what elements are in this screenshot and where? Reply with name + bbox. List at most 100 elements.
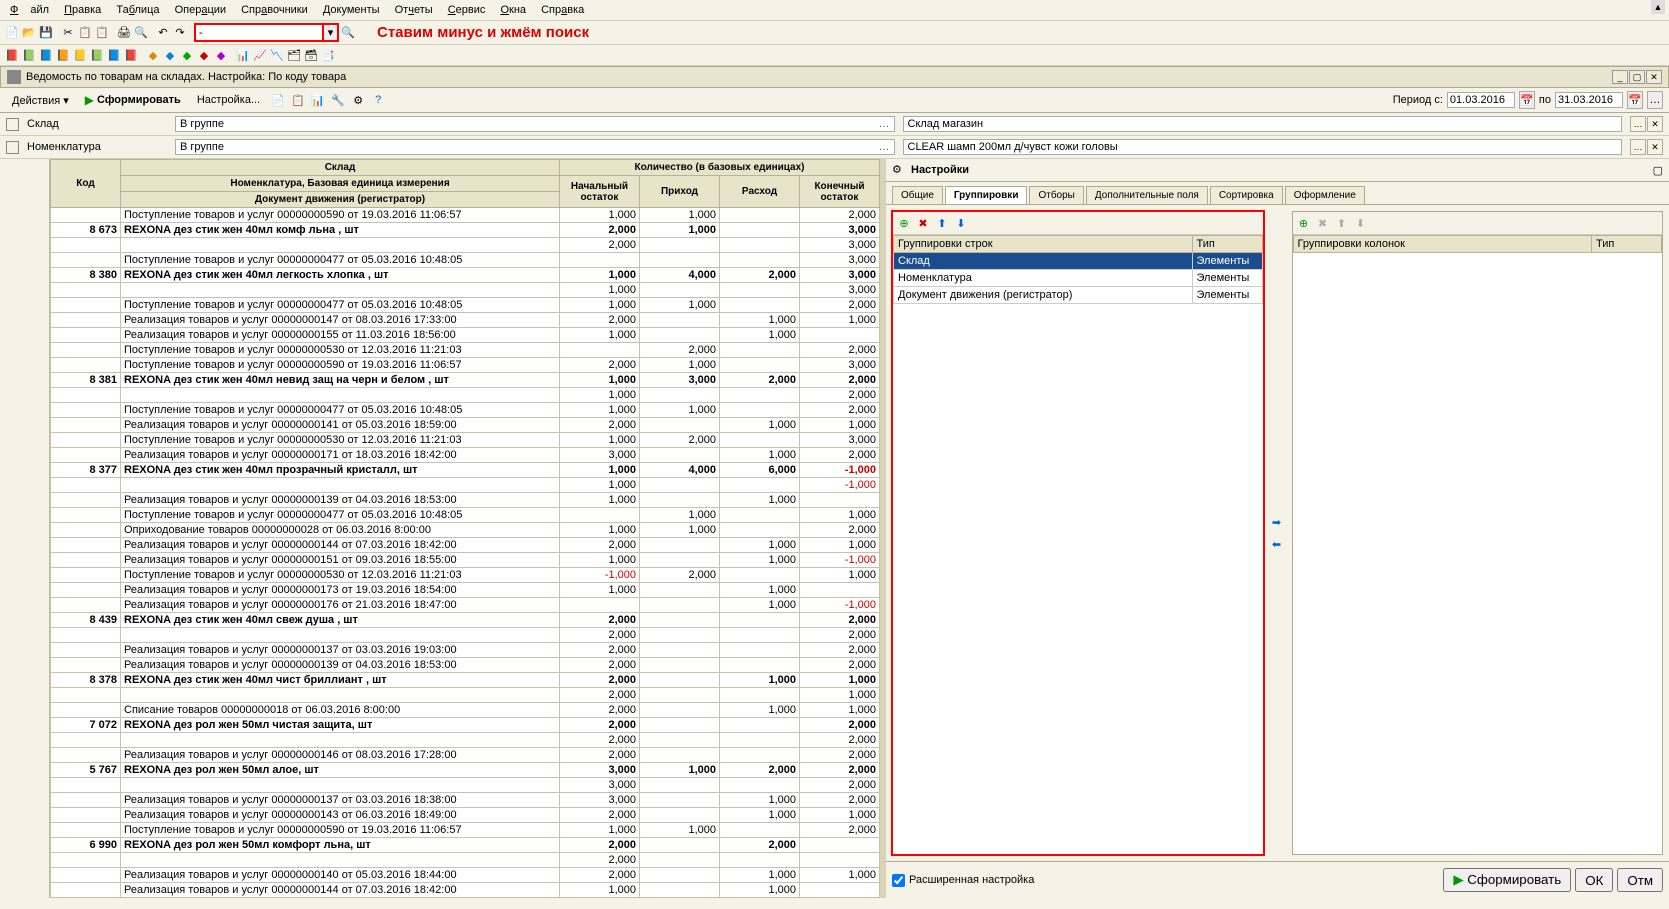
menu-reports[interactable]: Отчеты	[389, 2, 439, 18]
add-icon[interactable]: ⊕	[896, 215, 912, 231]
table-row[interactable]: Реализация товаров и услуг 00000000139 о…	[51, 658, 880, 673]
tool-icon[interactable]: 📉	[269, 47, 285, 63]
move-up-icon[interactable]: ⬆	[934, 215, 950, 231]
table-row[interactable]: Реализация товаров и услуг 00000000143 о…	[51, 808, 880, 823]
grouping-row[interactable]: СкладЭлементы	[894, 253, 1263, 270]
tool-icon[interactable]: ◆	[179, 47, 195, 63]
table-row[interactable]: Реализация товаров и услуг 00000000147 о…	[51, 313, 880, 328]
generate-button[interactable]: ▶Сформировать	[79, 91, 187, 109]
table-row[interactable]: 2,0002,000	[51, 733, 880, 748]
store-checkbox[interactable]	[6, 118, 19, 131]
maximize-icon[interactable]: ▢	[1629, 70, 1645, 84]
tool-icon[interactable]: 📄	[270, 92, 286, 108]
menu-file[interactable]: Файл	[4, 2, 55, 18]
report-grid[interactable]: ▲ Код Склад Количество (в базовых единиц…	[50, 159, 880, 898]
table-row[interactable]: Реализация товаров и услуг 00000000141 о…	[51, 418, 880, 433]
delete-icon[interactable]: ✖	[1315, 215, 1331, 231]
table-row[interactable]: 8 381REXONA дез стик жен 40мл невид защ …	[51, 373, 880, 388]
table-row[interactable]: Реализация товаров и услуг 00000000146 о…	[51, 748, 880, 763]
tool-icon[interactable]: 📈	[252, 47, 268, 63]
col-doc[interactable]: Документ движения (регистратор)	[121, 192, 560, 208]
ellipsis-icon[interactable]: …	[1630, 116, 1646, 132]
copy-icon[interactable]: 📋	[77, 25, 93, 41]
table-row[interactable]: 6 990REXONA дез рол жен 50мл комфорт льн…	[51, 838, 880, 853]
menu-help[interactable]: Справка	[535, 2, 590, 18]
clear-icon[interactable]: ✕	[1647, 116, 1663, 132]
search-dropdown-icon[interactable]: ▾	[324, 23, 339, 42]
table-row[interactable]: Поступление товаров и услуг 00000000530 …	[51, 568, 880, 583]
undo-icon[interactable]: ↶	[155, 25, 171, 41]
table-row[interactable]: Реализация товаров и услуг 00000000137 о…	[51, 793, 880, 808]
tool-icon[interactable]: 📗	[89, 47, 105, 63]
period-more-icon[interactable]: …	[1647, 91, 1663, 109]
ellipsis-icon[interactable]: …	[1630, 139, 1646, 155]
redo-icon[interactable]: ↷	[172, 25, 188, 41]
grouping-row[interactable]: Документ движения (регистратор)Элементы	[894, 287, 1263, 304]
table-row[interactable]: Списание товаров 00000000018 от 06.03.20…	[51, 703, 880, 718]
tab-2[interactable]: Отборы	[1029, 186, 1083, 204]
move-down-icon[interactable]: ⬇	[1353, 215, 1369, 231]
store-combo[interactable]: В группе…	[175, 116, 895, 132]
move-down-icon[interactable]: ⬇	[953, 215, 969, 231]
col-nomen[interactable]: Номенклатура, Базовая единица измерения	[121, 176, 560, 192]
tree-gutter[interactable]	[0, 159, 50, 898]
table-row[interactable]: Реализация товаров и услуг 00000000139 о…	[51, 493, 880, 508]
search-run-icon[interactable]: 🔍	[340, 25, 356, 41]
ok-button[interactable]: ОК	[1575, 868, 1613, 892]
table-row[interactable]: 8 377REXONA дез стик жен 40мл прозрачный…	[51, 463, 880, 478]
tool-icon[interactable]: 📘	[38, 47, 54, 63]
table-row[interactable]: 8 439REXONA дез стик жен 40мл свеж душа …	[51, 613, 880, 628]
table-row[interactable]: Реализация товаров и услуг 00000000171 о…	[51, 448, 880, 463]
tool-icon[interactable]: 📑	[320, 47, 336, 63]
paste-icon[interactable]: 📋	[94, 25, 110, 41]
add-icon[interactable]: ⊕	[1296, 215, 1312, 231]
tool-icon[interactable]: 📊	[310, 92, 326, 108]
table-row[interactable]: Реализация товаров и услуг 00000000173 о…	[51, 583, 880, 598]
table-row[interactable]: Реализация товаров и услуг 00000000137 о…	[51, 643, 880, 658]
table-row[interactable]: 1,0003,000	[51, 283, 880, 298]
delete-icon[interactable]: ✖	[915, 215, 931, 231]
col-in[interactable]: Приход	[640, 176, 720, 208]
search-input[interactable]	[194, 23, 324, 42]
tab-0[interactable]: Общие	[892, 186, 943, 204]
open-icon[interactable]: 📂	[21, 25, 37, 41]
tool-icon[interactable]: 🔧	[330, 92, 346, 108]
grouping-row[interactable]: НоменклатураЭлементы	[894, 270, 1263, 287]
calendar-icon[interactable]: 📅	[1519, 91, 1535, 109]
type-header[interactable]: Тип	[1192, 236, 1262, 253]
type-header[interactable]: Тип	[1592, 236, 1662, 253]
extended-settings-checkbox[interactable]: Расширенная настройка	[892, 874, 1034, 887]
print-icon[interactable]: 🖨	[116, 25, 132, 41]
menu-service[interactable]: Сервис	[442, 2, 492, 18]
tab-5[interactable]: Оформление	[1285, 186, 1365, 204]
table-row[interactable]: Поступление товаров и услуг 00000000590 …	[51, 823, 880, 838]
close-icon[interactable]: ✕	[1646, 70, 1662, 84]
table-row[interactable]: Поступление товаров и услуг 00000000530 …	[51, 343, 880, 358]
tool-icon[interactable]: 📒	[72, 47, 88, 63]
help-icon[interactable]: ?	[370, 92, 386, 108]
tool-icon[interactable]: 📗	[21, 47, 37, 63]
table-row[interactable]: Поступление товаров и услуг 00000000590 …	[51, 358, 880, 373]
save-icon[interactable]: 💾	[38, 25, 54, 41]
table-row[interactable]: Реализация товаров и услуг 00000000176 о…	[51, 598, 880, 613]
table-row[interactable]: Оприходование товаров 00000000028 от 06.…	[51, 523, 880, 538]
move-up-icon[interactable]: ⬆	[1334, 215, 1350, 231]
col-start[interactable]: Начальный остаток	[560, 176, 640, 208]
col-out[interactable]: Расход	[720, 176, 800, 208]
move-right-icon[interactable]: ➡	[1268, 513, 1286, 531]
tool-icon[interactable]: 📋	[290, 92, 306, 108]
table-row[interactable]: Реализация товаров и услуг 00000000144 о…	[51, 883, 880, 898]
table-row[interactable]: Реализация товаров и услуг 00000000144 о…	[51, 538, 880, 553]
tool-icon[interactable]: ◆	[162, 47, 178, 63]
tool-icon[interactable]: 🗃	[303, 47, 319, 63]
store-value[interactable]: Склад магазин	[903, 116, 1623, 132]
tool-icon[interactable]: ◆	[145, 47, 161, 63]
preview-icon[interactable]: 🔍	[133, 25, 149, 41]
table-row[interactable]: Поступление товаров и услуг 00000000477 …	[51, 253, 880, 268]
table-row[interactable]: 8 378REXONA дез стик жен 40мл чист брилл…	[51, 673, 880, 688]
table-row[interactable]: 5 767REXONA дез рол жен 50мл алое, шт3,0…	[51, 763, 880, 778]
table-row[interactable]: Поступление товаров и услуг 00000000590 …	[51, 208, 880, 223]
table-row[interactable]: 2,000	[51, 853, 880, 868]
menu-refs[interactable]: Справочники	[235, 2, 314, 18]
table-row[interactable]: 2,0003,000	[51, 238, 880, 253]
